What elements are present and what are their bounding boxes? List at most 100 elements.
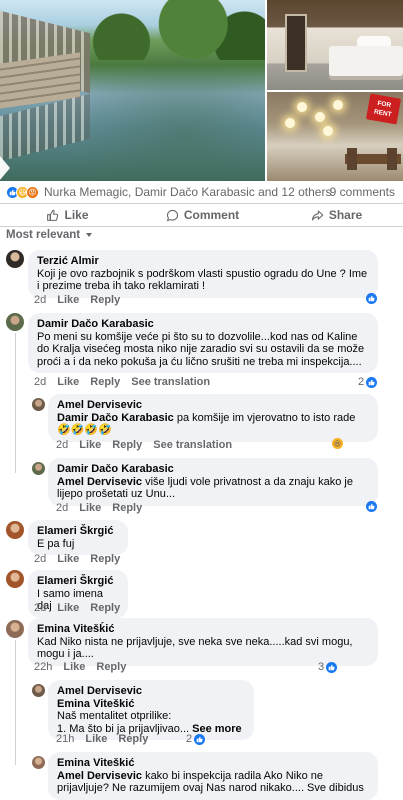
see-translation-link[interactable]: See translation	[131, 376, 210, 388]
comment-meta: 2d Like Reply	[34, 602, 131, 614]
comment-text: E pa fuj	[37, 537, 75, 550]
comment-reply-link[interactable]: Reply	[90, 602, 120, 614]
avatar[interactable]	[6, 521, 24, 539]
comment-like-link[interactable]: Like	[79, 439, 101, 451]
avatar[interactable]	[6, 570, 24, 588]
comment-time[interactable]: 2d	[34, 553, 46, 565]
reaction-icons: 😆 😡	[6, 185, 39, 199]
chair	[347, 148, 357, 170]
reaction-badge[interactable]	[366, 501, 377, 512]
comment-author[interactable]: Emina Viteškić	[57, 757, 369, 770]
angry-reaction-icon: 😡	[26, 185, 39, 199]
comment-meta: 2d Like Reply See translation	[34, 376, 221, 388]
comment-meta: 22h Like Reply	[34, 661, 137, 673]
share-button[interactable]: Share	[270, 208, 403, 222]
post-action-bar: Like Comment Share	[0, 203, 403, 227]
reaction-count: 2	[186, 733, 193, 745]
play-arrow-icon[interactable]	[0, 155, 10, 181]
comment-bubble: Emina Vitešḱić Kad Niko nista ne prijavl…	[28, 618, 378, 666]
comment-time[interactable]: 22h	[34, 661, 52, 673]
avatar[interactable]	[32, 684, 45, 697]
comment-like-link[interactable]: Like	[85, 733, 107, 745]
comment-author[interactable]: Amel Dervisevic	[57, 399, 369, 412]
chevron-down-icon	[86, 233, 93, 237]
comment-author[interactable]: Damir Dačo Karabasic	[37, 318, 369, 331]
comment-text: Koji je ovo razbojnik s podrškom vlasti …	[37, 267, 368, 293]
comments-count[interactable]: 9 comments	[330, 185, 395, 199]
comment-reply-link[interactable]: Reply	[90, 553, 120, 565]
comment-mention[interactable]: Amel Dervisevic	[57, 770, 142, 782]
comment-like-link[interactable]: Like	[57, 602, 79, 614]
for-rent-badge: FOR RENT	[365, 93, 402, 125]
comment-reply-link[interactable]: Reply	[118, 733, 148, 745]
comment-meta: 2d Like Reply	[56, 502, 153, 514]
comment-meta: 21h Like Reply	[56, 733, 159, 745]
comment-meta: 2d Like Reply	[34, 294, 131, 306]
comment-mention[interactable]: Amel Dervisevic	[57, 476, 142, 488]
comment-time[interactable]: 21h	[56, 733, 74, 745]
avatar[interactable]	[6, 250, 24, 268]
lamp-light	[297, 102, 307, 112]
comment-like-link[interactable]: Like	[57, 294, 79, 306]
like-reaction-icon	[366, 293, 377, 304]
avatar[interactable]	[32, 398, 45, 411]
avatar[interactable]	[6, 313, 24, 331]
like-button[interactable]: Like	[0, 208, 135, 222]
comment-reply-link[interactable]: Reply	[96, 661, 126, 673]
lamp-light	[323, 126, 333, 136]
trees-area	[60, 0, 265, 60]
comment-bubble: Damir Dačo Karabasic Po meni su komšije …	[28, 313, 378, 373]
comment-like-link[interactable]: Like	[57, 553, 79, 565]
bedroom-photo[interactable]	[267, 0, 403, 90]
comment-like-link[interactable]: Like	[63, 661, 85, 673]
comment-mention[interactable]: Damir Dačo Karabasic	[57, 412, 174, 424]
reaction-badge[interactable]: 2	[358, 376, 378, 388]
comment-like-link[interactable]: Like	[79, 502, 101, 514]
reaction-names[interactable]: Nurka Memagic, Damir Dačo Karabasic and …	[44, 185, 331, 199]
comment-mention[interactable]: Emina Viteškić	[57, 698, 245, 711]
sort-dropdown[interactable]: Most relevant	[6, 229, 93, 241]
comment-bubble: Elameri Škrgić E pa fuj	[28, 520, 128, 555]
sort-label: Most relevant	[6, 229, 81, 241]
comment-bubble: Terzić Almir Koji je ovo razbojnik s pod…	[28, 250, 378, 298]
comment-time[interactable]: 2d	[56, 439, 68, 451]
avatar[interactable]	[32, 462, 45, 475]
comment-button[interactable]: Comment	[135, 208, 270, 222]
comment-reply-link[interactable]: Reply	[90, 376, 120, 388]
comment-time[interactable]: 2d	[56, 502, 68, 514]
comment-bubble: Emina Viteškić Amel Dervisevic kako bi i…	[48, 752, 378, 800]
thread-line	[15, 640, 16, 765]
living-room-photo[interactable]: FOR RENT	[267, 92, 403, 181]
lamp-light	[315, 112, 325, 122]
comment-bubble-icon	[166, 209, 178, 221]
comment-time[interactable]: 2d	[34, 294, 46, 306]
comment-button-label: Comment	[183, 208, 240, 222]
comment-author[interactable]: Elameri Škrgić	[37, 525, 119, 538]
reaction-badge[interactable]: 😆	[332, 438, 343, 449]
comment-time[interactable]: 2d	[34, 376, 46, 388]
avatar[interactable]	[32, 756, 45, 769]
comment-text: Po meni su komšije veće pi što su to doz…	[37, 330, 365, 368]
comment-author[interactable]: Damir Dačo Karabasic	[57, 463, 369, 476]
comment-meta: 2d Like Reply See translation	[56, 439, 243, 451]
reaction-count: 3	[318, 661, 325, 673]
reactions-summary[interactable]: 😆 😡 Nurka Memagic, Damir Dačo Karabasic …	[0, 181, 403, 203]
post-photo-grid[interactable]: FOR RENT	[0, 0, 403, 181]
river-photo[interactable]	[0, 0, 265, 181]
comment-author[interactable]: Amel Dervisevic	[57, 685, 245, 698]
reaction-badge[interactable]	[366, 293, 377, 304]
comment-like-link[interactable]: Like	[57, 376, 79, 388]
comment-author[interactable]: Elameri Škrgić	[37, 575, 119, 588]
comment-reply-link[interactable]: Reply	[112, 502, 142, 514]
see-translation-link[interactable]: See translation	[153, 439, 232, 451]
comment-author[interactable]: Terzić Almir	[37, 255, 369, 268]
comment-reply-link[interactable]: Reply	[112, 439, 142, 451]
reaction-badge[interactable]: 3	[318, 661, 338, 673]
like-reaction-icon	[366, 501, 377, 512]
comment-time[interactable]: 2d	[34, 602, 46, 614]
comment-bubble: Amel Dervisevic Damir Dačo Karabasic pa …	[48, 394, 378, 442]
comment-author[interactable]: Emina Vitešḱić	[37, 623, 369, 636]
comment-reply-link[interactable]: Reply	[90, 294, 120, 306]
avatar[interactable]	[6, 620, 24, 638]
reaction-badge[interactable]: 2	[186, 733, 206, 745]
